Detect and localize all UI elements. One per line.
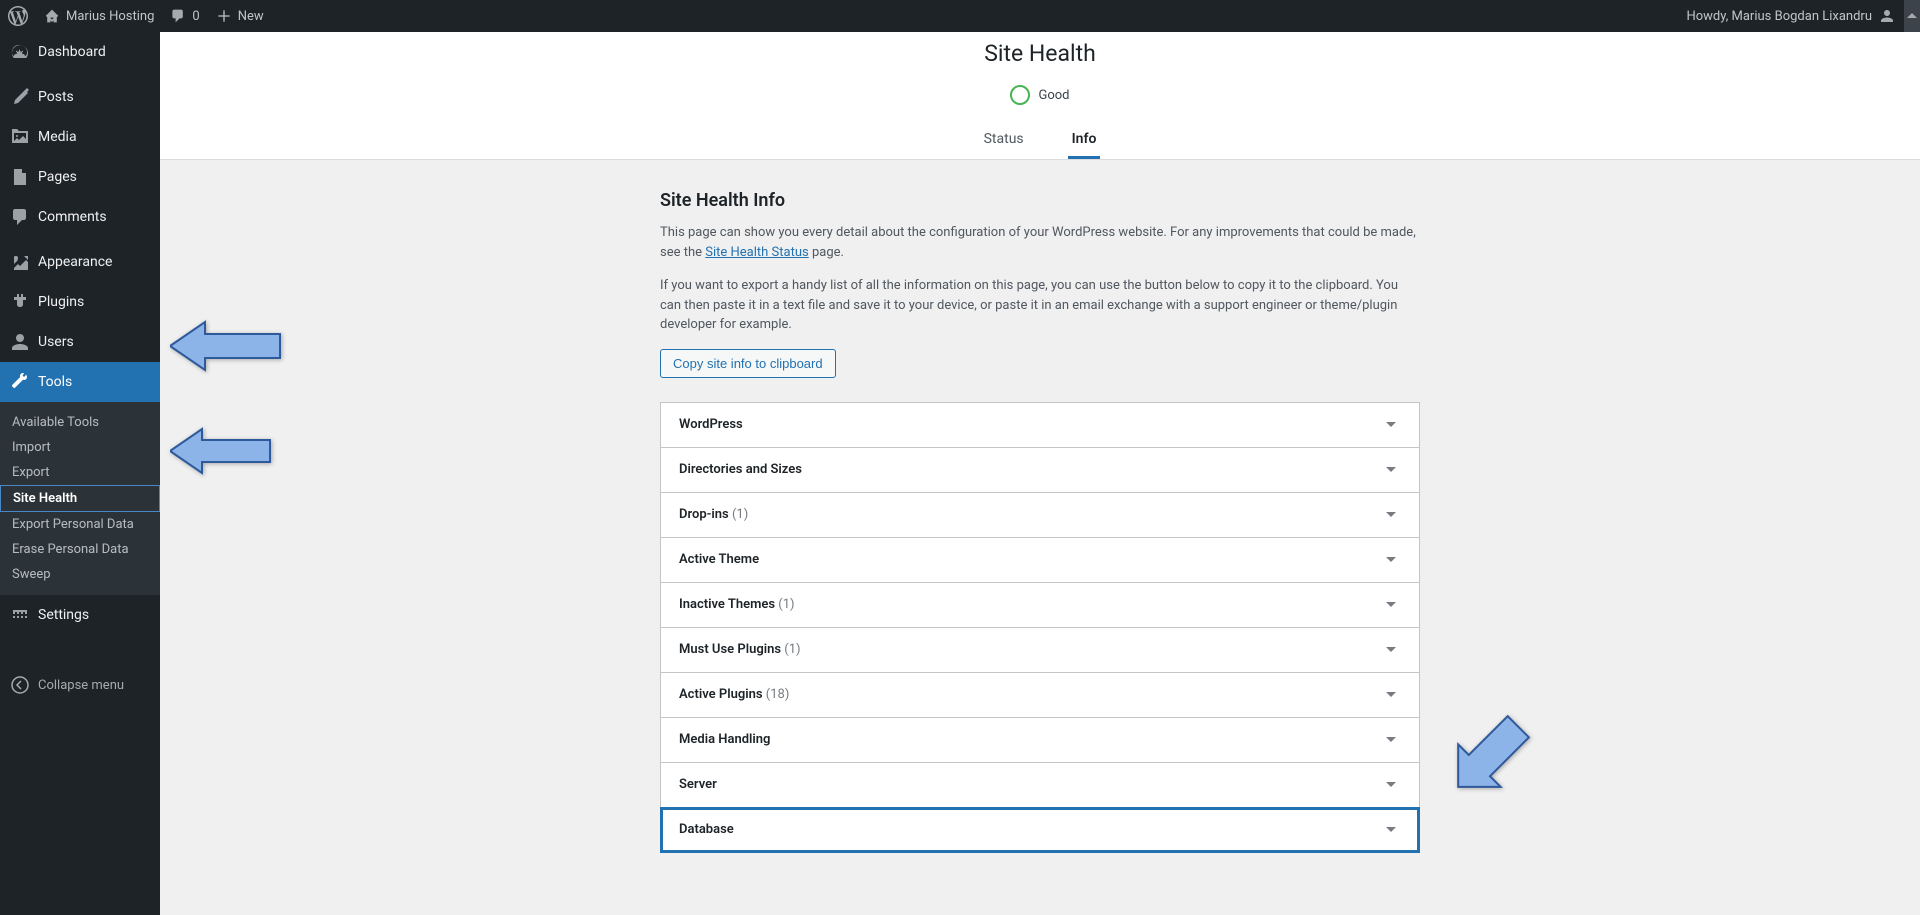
comment-count: 0 (192, 9, 199, 24)
accordion-item-inactive-themes[interactable]: Inactive Themes (1) (661, 583, 1419, 628)
sidebar-item-plugins[interactable]: Plugins (0, 282, 160, 322)
annotation-arrow-tools (170, 318, 290, 378)
sidebar-item-dashboard[interactable]: Dashboard (0, 32, 160, 72)
accordion-item-database[interactable]: Database (661, 808, 1419, 852)
accordion-label: Must Use Plugins (1) (679, 642, 801, 657)
page-header: Site Health Good Status Info (160, 32, 1920, 160)
sidebar-item-posts[interactable]: Posts (0, 77, 160, 117)
accordion-label: Database (679, 822, 734, 837)
comments-link[interactable]: 0 (162, 0, 207, 32)
accordion-label: Inactive Themes (1) (679, 597, 795, 612)
info-paragraph-2: If you want to export a handy list of al… (660, 276, 1420, 335)
top-arrow-toggle[interactable] (1904, 0, 1920, 32)
site-name: Marius Hosting (66, 9, 154, 24)
chevron-down-icon (1381, 460, 1401, 480)
accordion-label: Directories and Sizes (679, 462, 802, 477)
sidebar-item-appearance[interactable]: Appearance (0, 242, 160, 282)
accordion-item-drop-ins[interactable]: Drop-ins (1) (661, 493, 1419, 538)
tab-info[interactable]: Info (1068, 121, 1101, 159)
chevron-down-icon (1381, 415, 1401, 435)
chevron-down-icon (1381, 685, 1401, 705)
sidebar-item-users[interactable]: Users (0, 322, 160, 362)
submenu-import[interactable]: Import (0, 435, 160, 460)
accordion-count: (18) (766, 687, 790, 702)
accordion-count: (1) (732, 507, 748, 522)
howdy-text: Howdy, Marius Bogdan Lixandru (1686, 9, 1872, 24)
submenu-available-tools[interactable]: Available Tools (0, 410, 160, 435)
collapse-menu[interactable]: Collapse menu (0, 665, 160, 705)
health-status-label: Good (1038, 88, 1069, 103)
tools-submenu: Available Tools Import Export Site Healt… (0, 402, 160, 595)
sidebar-item-settings[interactable]: Settings (0, 595, 160, 635)
tab-status[interactable]: Status (980, 121, 1028, 159)
accordion-item-server[interactable]: Server (661, 763, 1419, 808)
admin-sidebar: Dashboard Posts Media Pages Comments App… (0, 32, 160, 915)
accordion-label: Active Theme (679, 552, 759, 567)
submenu-sweep[interactable]: Sweep (0, 562, 160, 587)
accordion-label: Active Plugins (18) (679, 687, 789, 702)
health-circle-icon (1010, 85, 1030, 105)
content-body: Site Health Info This page can show you … (640, 160, 1440, 883)
submenu-export-personal[interactable]: Export Personal Data (0, 512, 160, 537)
new-content-link[interactable]: New (208, 0, 272, 32)
chevron-down-icon (1381, 595, 1401, 615)
chevron-down-icon (1381, 640, 1401, 660)
tabs: Status Info (160, 121, 1920, 159)
accordion-count: (1) (784, 642, 800, 657)
accordion-item-directories-and-sizes[interactable]: Directories and Sizes (661, 448, 1419, 493)
accordion-label: Drop-ins (1) (679, 507, 748, 522)
accordion-count: (1) (778, 597, 794, 612)
sidebar-item-pages[interactable]: Pages (0, 157, 160, 197)
sidebar-item-tools[interactable]: Tools (0, 362, 160, 402)
annotation-arrow-site-health (170, 426, 280, 480)
sidebar-item-media[interactable]: Media (0, 117, 160, 157)
chevron-down-icon (1381, 550, 1401, 570)
info-paragraph-1: This page can show you every detail abou… (660, 223, 1420, 262)
submenu-site-health[interactable]: Site Health (0, 485, 160, 512)
accordion-item-wordpress[interactable]: WordPress (661, 403, 1419, 448)
submenu-erase-personal[interactable]: Erase Personal Data (0, 537, 160, 562)
annotation-arrow-database (1440, 705, 1540, 809)
admin-bar: Marius Hosting 0 New Howdy, Marius Bogda… (0, 0, 1920, 32)
chevron-down-icon (1381, 505, 1401, 525)
wp-logo[interactable] (0, 0, 36, 32)
copy-site-info-button[interactable]: Copy site info to clipboard (660, 349, 836, 378)
chevron-down-icon (1381, 730, 1401, 750)
accordion-item-media-handling[interactable]: Media Handling (661, 718, 1419, 763)
accordion-label: Media Handling (679, 732, 770, 747)
chevron-down-icon (1381, 820, 1401, 840)
accordion-item-active-theme[interactable]: Active Theme (661, 538, 1419, 583)
new-label: New (238, 9, 264, 24)
site-health-status-link[interactable]: Site Health Status (705, 245, 808, 260)
site-name-link[interactable]: Marius Hosting (36, 0, 162, 32)
main-content: Site Health Good Status Info Site Health… (160, 32, 1920, 883)
submenu-export[interactable]: Export (0, 460, 160, 485)
accordion-label: WordPress (679, 417, 743, 432)
chevron-down-icon (1381, 775, 1401, 795)
page-title: Site Health (160, 32, 1920, 77)
accordion: WordPress Directories and Sizes Drop-ins (… (660, 402, 1420, 853)
accordion-item-active-plugins[interactable]: Active Plugins (18) (661, 673, 1419, 718)
howdy-account[interactable]: Howdy, Marius Bogdan Lixandru (1678, 7, 1904, 25)
sidebar-item-comments[interactable]: Comments (0, 197, 160, 237)
info-title: Site Health Info (660, 190, 1420, 211)
accordion-label: Server (679, 777, 717, 792)
accordion-item-must-use-plugins[interactable]: Must Use Plugins (1) (661, 628, 1419, 673)
health-status: Good (160, 77, 1920, 121)
